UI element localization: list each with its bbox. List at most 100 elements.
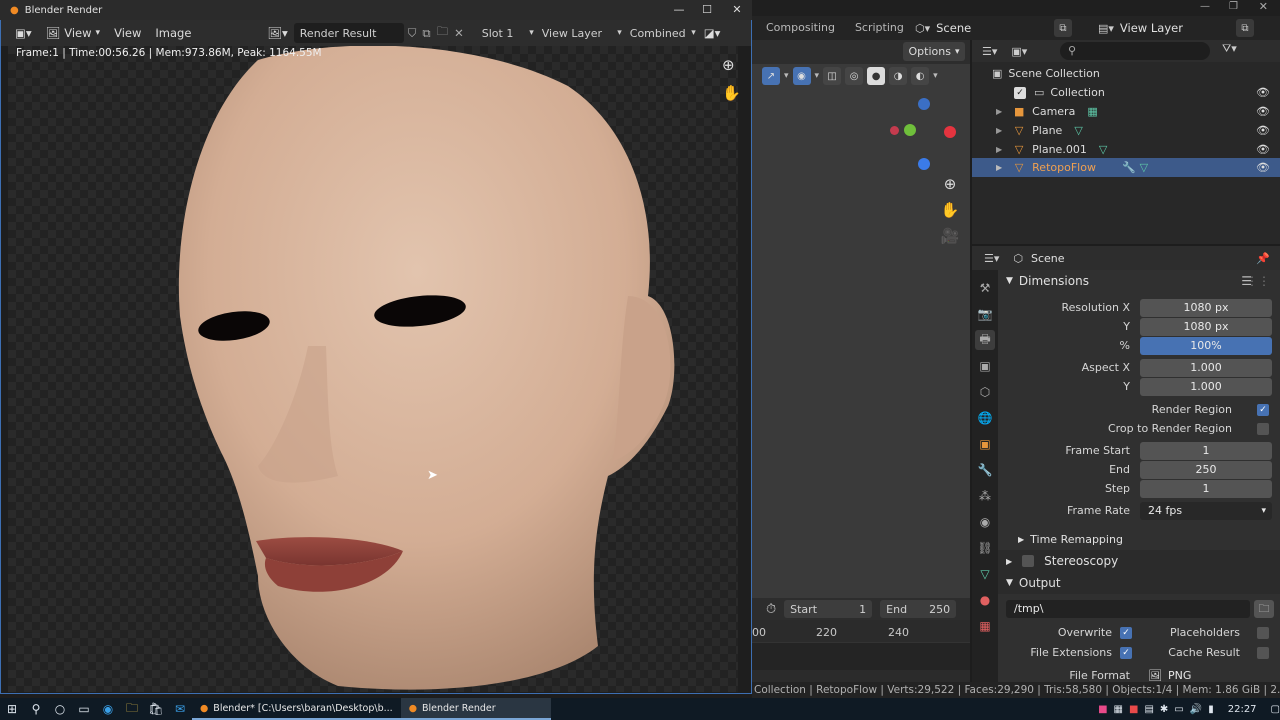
outliner-item-camera[interactable]: ▶ ■ Camera ▦ 👁	[972, 102, 1280, 121]
folder-icon[interactable]: 🗀	[1254, 600, 1274, 618]
maximize-icon[interactable]: ☐	[692, 0, 722, 20]
outliner-item-plane-001[interactable]: ▶ ▽ Plane.001 ▽ 👁	[972, 140, 1280, 159]
collection-row[interactable]: ✓ ▭ Collection 👁	[972, 83, 1280, 102]
aspect-y-field[interactable]: 1.000	[1140, 378, 1272, 396]
outliner-editor-icon[interactable]: ☰▾	[982, 45, 997, 58]
stereoscopy-checkbox[interactable]	[1022, 555, 1035, 567]
drag-handle-icon[interactable]: ⋮⋮	[1246, 274, 1270, 288]
search-icon[interactable]: ⚲	[24, 702, 48, 716]
overlay-toggle-icon[interactable]: ◉	[792, 67, 811, 85]
display-channels-icon[interactable]: ◪▾	[704, 26, 721, 40]
tab-scripting[interactable]: Scripting	[845, 16, 914, 40]
zoom-icon[interactable]: ⊕	[944, 175, 957, 193]
windows-start-icon[interactable]: ⊞	[0, 702, 24, 716]
scene-tab-icon[interactable]: ⬡	[975, 382, 995, 402]
tray-app-icon[interactable]: ▦	[1114, 704, 1123, 715]
mail-icon[interactable]: ✉	[168, 702, 192, 716]
outliner-item-plane[interactable]: ▶ ▽ Plane ▽ 👁	[972, 121, 1280, 140]
image-browse-icon[interactable]: 🖼▾	[267, 26, 287, 40]
modifier-tab-icon[interactable]: 🔧	[975, 460, 995, 480]
unlink-icon[interactable]: ✕	[454, 26, 464, 40]
render-result-canvas[interactable]	[8, 46, 738, 692]
crop-region-checkbox[interactable]	[1257, 423, 1269, 435]
pan-hand-icon[interactable]: ✋	[941, 201, 960, 219]
pan-hand-icon[interactable]: ✋	[722, 84, 741, 102]
taskbar-app-blender[interactable]: ● Blender* [C:\Users\baran\Desktop\b...	[192, 698, 401, 720]
cache-result-checkbox[interactable]	[1257, 647, 1269, 659]
close-icon[interactable]: ✕	[722, 0, 752, 20]
visibility-eye-icon[interactable]: 👁	[1256, 86, 1270, 99]
frame-end-field[interactable]: 250	[1140, 461, 1272, 479]
notifications-icon[interactable]: ▢	[1271, 704, 1280, 715]
task-view-icon[interactable]: ▭	[72, 702, 96, 716]
outliner-item-retopoflow[interactable]: ▶ ▽ RetopoFlow 🔧 ▽ 👁	[972, 158, 1280, 177]
timeline-track-area[interactable]	[752, 642, 970, 670]
scene-collection-row[interactable]: ▣ Scene Collection	[972, 64, 1280, 83]
constraints-tab-icon[interactable]: ⛓	[975, 538, 995, 558]
resolution-percent-field[interactable]: 100%	[1140, 337, 1272, 355]
frame-step-field[interactable]: 1	[1140, 480, 1272, 498]
taskbar-app-blender-render[interactable]: ● Blender Render	[400, 698, 551, 720]
z-axis-icon[interactable]	[918, 98, 930, 110]
scene-selector[interactable]: ⬡▾ Scene	[915, 18, 1055, 38]
visibility-eye-icon[interactable]: 👁	[1256, 124, 1270, 137]
store-icon[interactable]: 🛍	[144, 702, 168, 716]
gizmo-toggle-icon[interactable]: ↗	[762, 67, 780, 85]
particles-tab-icon[interactable]: ⁂	[975, 486, 995, 506]
x-axis-icon[interactable]	[944, 126, 956, 138]
texture-tab-icon[interactable]: ▦	[975, 616, 995, 636]
time-remapping-subpanel[interactable]: ▶ Time Remapping	[998, 528, 1280, 550]
battery-icon[interactable]: ▮	[1208, 704, 1214, 715]
navigation-gizmo[interactable]	[888, 96, 960, 172]
timeline-ruler[interactable]: 00 220 240	[752, 622, 970, 642]
material-tab-icon[interactable]: ●	[975, 590, 995, 610]
output-tab-icon[interactable]: 🖶	[975, 330, 995, 350]
cortana-icon[interactable]: ○	[48, 702, 72, 716]
editor-type-icon[interactable]: ▣▾	[15, 26, 32, 40]
slot-select[interactable]: Slot 1 ▾	[482, 23, 534, 43]
volume-icon[interactable]: 🔊	[1190, 704, 1202, 715]
bluetooth-icon[interactable]: ✱	[1160, 704, 1168, 715]
aspect-x-field[interactable]: 1.000	[1140, 359, 1272, 377]
rendered-shading-icon[interactable]: ◐	[911, 67, 930, 85]
properties-editor-icon[interactable]: ☰▾	[984, 252, 999, 265]
overwrite-checkbox[interactable]: ✓	[1120, 627, 1132, 639]
view-layer-select[interactable]: View Layer ▾	[542, 23, 622, 43]
file-explorer-icon[interactable]: 🗀	[120, 699, 144, 720]
new-scene-button[interactable]: ⧉	[1054, 19, 1072, 37]
resolution-y-field[interactable]: 1080 px	[1140, 318, 1272, 336]
wireframe-shading-icon[interactable]: ◎	[845, 67, 864, 85]
tray-app-icon[interactable]: ■	[1129, 704, 1138, 715]
output-panel-header[interactable]: ▼ Output	[998, 572, 1280, 594]
collection-checkbox[interactable]: ✓	[1014, 86, 1026, 99]
render-region-checkbox[interactable]: ✓	[1257, 404, 1269, 416]
world-tab-icon[interactable]: 🌐	[975, 408, 995, 428]
dimensions-panel-header[interactable]: ▼ Dimensions ☰ ⋮⋮	[998, 270, 1280, 292]
y-axis-icon[interactable]	[904, 124, 916, 136]
close-icon[interactable]: ✕	[1259, 0, 1268, 13]
visibility-eye-icon[interactable]: 👁	[1256, 143, 1270, 156]
outliner-search-input[interactable]: ⚲	[1060, 42, 1210, 60]
physics-tab-icon[interactable]: ◉	[975, 512, 995, 532]
tray-app-icon[interactable]: ▤	[1144, 704, 1153, 715]
stereoscopy-panel-header[interactable]: ▶ Stereoscopy	[998, 550, 1280, 572]
menu-view[interactable]: View	[114, 26, 141, 40]
frame-rate-select[interactable]: 24 fps ▾	[1140, 502, 1272, 520]
tool-tab-icon[interactable]: ⚒	[975, 278, 995, 298]
fake-user-icon[interactable]: ⛉	[408, 26, 417, 41]
minimize-icon[interactable]: —	[664, 0, 694, 20]
edge-browser-icon[interactable]: ◉	[96, 702, 120, 716]
display-mode-icon[interactable]: ▣▾	[1011, 45, 1027, 58]
render-pass-select[interactable]: Combined ▾	[630, 23, 696, 43]
solid-shading-icon[interactable]: ●	[867, 67, 886, 85]
zoom-icon[interactable]: ⊕	[722, 56, 735, 74]
object-tab-icon[interactable]: ▣	[975, 434, 995, 454]
filter-icon[interactable]: ⛛▾	[1222, 42, 1237, 56]
stopwatch-icon[interactable]: ⏱	[766, 602, 776, 617]
placeholders-checkbox[interactable]	[1257, 627, 1269, 639]
menu-image[interactable]: Image	[155, 26, 191, 40]
network-icon[interactable]: ▭	[1174, 704, 1183, 715]
view-layer-selector[interactable]: ▤▾ View Layer	[1098, 18, 1258, 38]
material-shading-icon[interactable]: ◑	[889, 67, 908, 85]
tab-compositing[interactable]: Compositing	[756, 16, 845, 40]
